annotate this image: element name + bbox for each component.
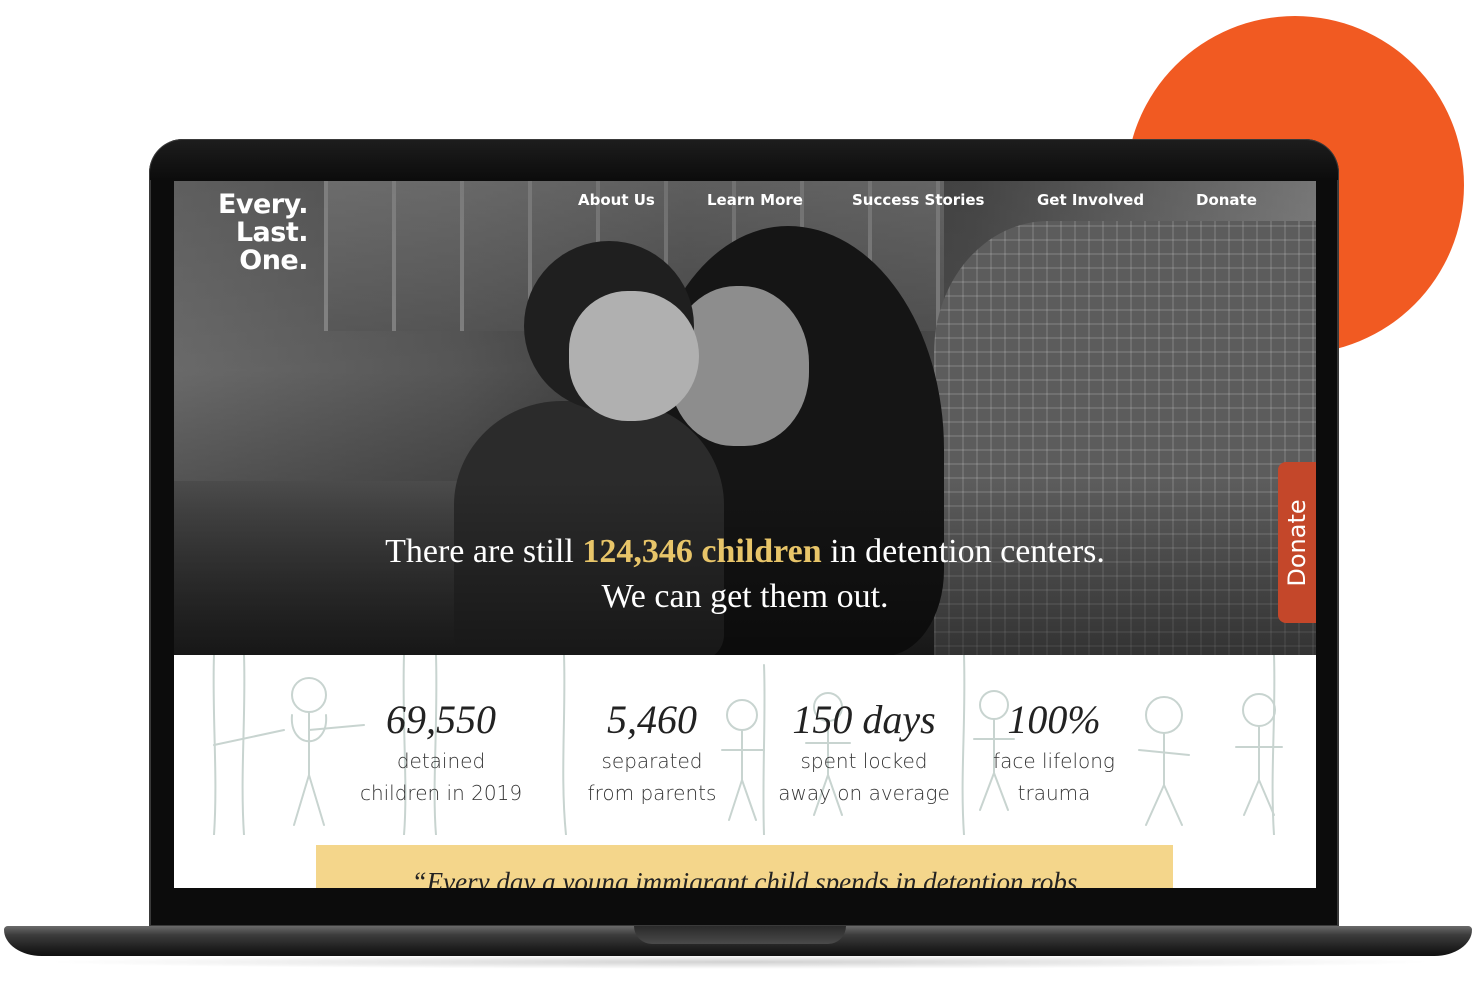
stat-label-line-1: spent locked [800,749,928,773]
stat-trauma: 100% face lifelong trauma [954,695,1154,809]
hero-subline: We can get them out. [601,578,889,615]
stat-label-line-1: detained [396,749,486,773]
stat-number: 150 days [792,697,936,742]
stat-detained-children: 69,550 detained children in 2019 [341,695,541,809]
logo-line-3: One. [239,245,308,276]
stat-label-line-2: trauma [1017,781,1091,805]
stat-label-line-1: face lifelong [993,749,1115,773]
stat-label-line-2: children in 2019 [359,781,523,805]
stat-number: 100% [1007,697,1101,742]
stat-label-line-1: separated [601,749,703,773]
nav-donate[interactable]: Donate [1196,191,1257,209]
nav-success-stories[interactable]: Success Stories [852,191,984,209]
nav-about-us[interactable]: About Us [578,191,655,209]
main-nav: About Us Learn More Success Stories Get … [174,191,1316,215]
stat-number: 69,550 [386,697,496,742]
children-count-highlight: 124,346 children [582,533,822,570]
stat-separated: 5,460 separated from parents [552,695,752,809]
stat-label-line-2: away on average [778,781,950,805]
nav-get-involved[interactable]: Get Involved [1037,191,1144,209]
stat-days-locked: 150 days spent locked away on average [764,695,964,809]
hero-section: Every. Last. One. About Us Learn More Su… [174,181,1316,655]
hero-headline: There are still 124,346 children in dete… [174,529,1316,619]
nav-learn-more[interactable]: Learn More [707,191,803,209]
laptop-bezel-top [150,140,1338,180]
quote-text: “Every day a young immigrant child spend… [411,867,1078,888]
laptop-bezel-bottom [174,888,1316,910]
laptop-base-notch [634,926,846,944]
stats-section: 69,550 detained children in 2019 5,460 s… [174,655,1316,835]
stat-number: 5,460 [607,697,697,742]
stat-label-line-2: from parents [587,781,717,805]
quote-banner: “Every day a young immigrant child spend… [316,845,1173,888]
laptop-screen: Every. Last. One. About Us Learn More Su… [174,181,1316,888]
logo-line-2: Last. [235,217,309,248]
